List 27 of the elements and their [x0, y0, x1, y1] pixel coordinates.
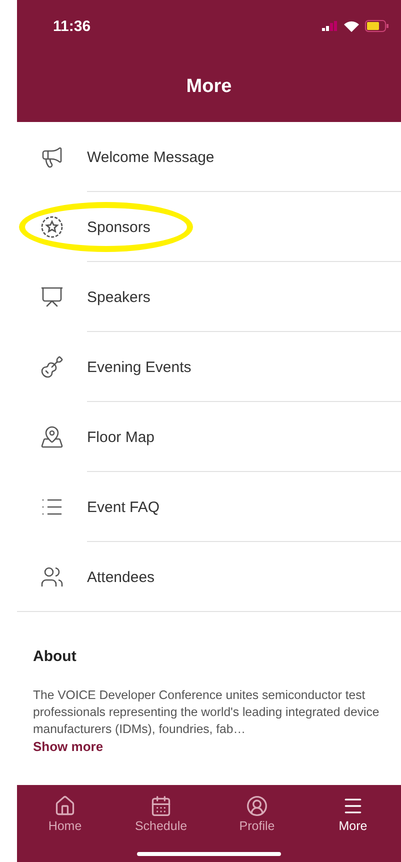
map-pin-icon [40, 425, 64, 449]
menu-item[interactable]: Evening Events [17, 332, 401, 402]
menu-item[interactable]: Attendees [17, 542, 401, 612]
status-time: 11:36 [53, 18, 91, 34]
presenter-icon [40, 285, 64, 309]
tab-item[interactable]: Home [30, 795, 100, 833]
menu-item[interactable]: Floor Map [17, 402, 401, 472]
wifi-icon [344, 20, 359, 32]
menu-item[interactable]: Event FAQ [17, 472, 401, 542]
tab-item[interactable]: More [318, 795, 388, 833]
people-icon [40, 565, 64, 589]
calendar-icon [150, 795, 172, 817]
about-text: The VOICE Developer Conference unites semiconductor test professionals representing the world's leading integrated device manufacturers (IDMs), foundries, fab… [33, 687, 380, 738]
tab-item[interactable]: Schedule [126, 795, 196, 833]
megaphone-icon [40, 145, 64, 169]
tab-item[interactable]: Profile [222, 795, 292, 833]
menu-item[interactable]: Welcome Message [17, 122, 401, 192]
home-icon [54, 795, 76, 817]
show-more-link[interactable]: Show more [33, 739, 104, 754]
battery-icon [365, 20, 389, 32]
section-title: About [33, 648, 78, 665]
menu-item[interactable]: Sponsors [17, 192, 401, 262]
profile-icon [246, 795, 268, 817]
signal-icon [322, 21, 338, 31]
page-title: More [185, 76, 233, 98]
guitar-icon [40, 355, 64, 379]
menu-item[interactable]: Speakers [17, 262, 401, 332]
